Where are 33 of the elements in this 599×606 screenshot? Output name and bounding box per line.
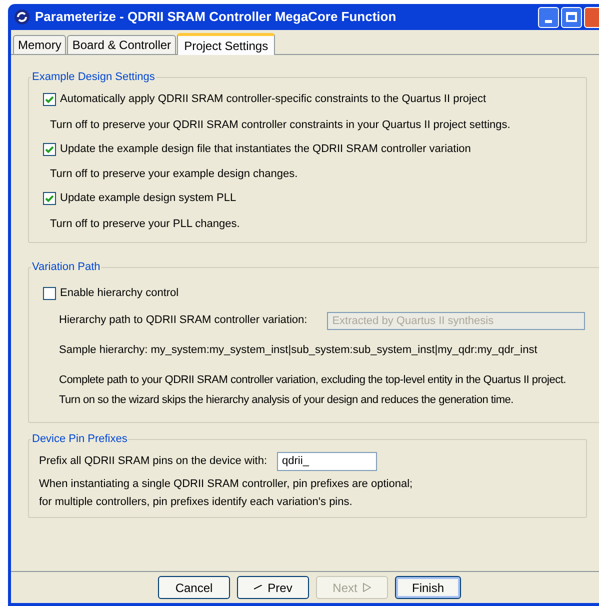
wizard-button[interactable]: Cancel bbox=[158, 576, 230, 599]
checkbox-label: Automatically apply QDRII SRAM controller-specific constraints to the Quartus II project bbox=[60, 92, 486, 108]
checkbox-label: Update the example design file that instantiates the QDRII SRAM controller variation bbox=[60, 142, 471, 157]
hint-text: Turn off to preserve your example design changes. bbox=[49, 167, 299, 182]
tab[interactable]: Board & Controller bbox=[67, 35, 176, 54]
hint-text: Turn off to preserve your PLL changes. bbox=[49, 216, 241, 232]
window-title: Parameterize - QDRII SRAM Controller MegaCore Function bbox=[35, 8, 396, 26]
note-text: When instantiating a single QDRII SRAM controller, pin prefixes are optional; bbox=[39, 476, 414, 492]
checkbox-label: Update example design system PLL bbox=[60, 191, 236, 206]
note-text: for multiple controllers, pin prefixes identify each variation's pins. bbox=[39, 494, 354, 510]
checkbox[interactable] bbox=[43, 192, 56, 205]
wizard-button[interactable]: Finish bbox=[395, 576, 461, 599]
checkbox[interactable] bbox=[43, 287, 56, 300]
prefix-field[interactable]: qdrii_ bbox=[277, 452, 378, 470]
sample-hierarchy-text: Sample hierarchy: my_system:my_system_inst|sub_system:sub_system_inst|my_qdr:my_qdr_inst bbox=[59, 342, 538, 358]
field-label: Prefix all QDRII SRAM pins on the device with: bbox=[39, 454, 268, 469]
app-icon bbox=[14, 9, 30, 25]
group-title: Variation Path bbox=[31, 260, 102, 275]
close-button[interactable] bbox=[584, 6, 599, 28]
forward-arrow-icon bbox=[363, 583, 372, 592]
tab[interactable]: Memory bbox=[13, 35, 66, 54]
checkbox[interactable] bbox=[43, 142, 56, 156]
checkbox-label: Enable hierarchy control bbox=[60, 286, 179, 302]
group-title: Device Pin Prefixes bbox=[31, 432, 128, 447]
description-text: Complete path to your QDRII SRAM controller variation, excluding the top-level entity in the Quartus II project. Turn on so the wizard skips the hierarchy analysis of your design and reduces the generation time. bbox=[59, 373, 567, 408]
hint-text: Turn off to preserve your QDRII SRAM controller constraints in your Quartus II project settings. bbox=[49, 118, 512, 132]
wizard-button[interactable]: Prev bbox=[237, 576, 309, 599]
field-label: Hierarchy path to QDRII SRAM controller variation: bbox=[59, 313, 308, 328]
minimize-button[interactable] bbox=[538, 6, 559, 28]
tab[interactable]: Project Settings bbox=[177, 33, 276, 55]
maximize-button[interactable] bbox=[561, 6, 582, 28]
group-title: Example Design Settings bbox=[31, 70, 156, 85]
checkbox[interactable] bbox=[43, 93, 56, 106]
